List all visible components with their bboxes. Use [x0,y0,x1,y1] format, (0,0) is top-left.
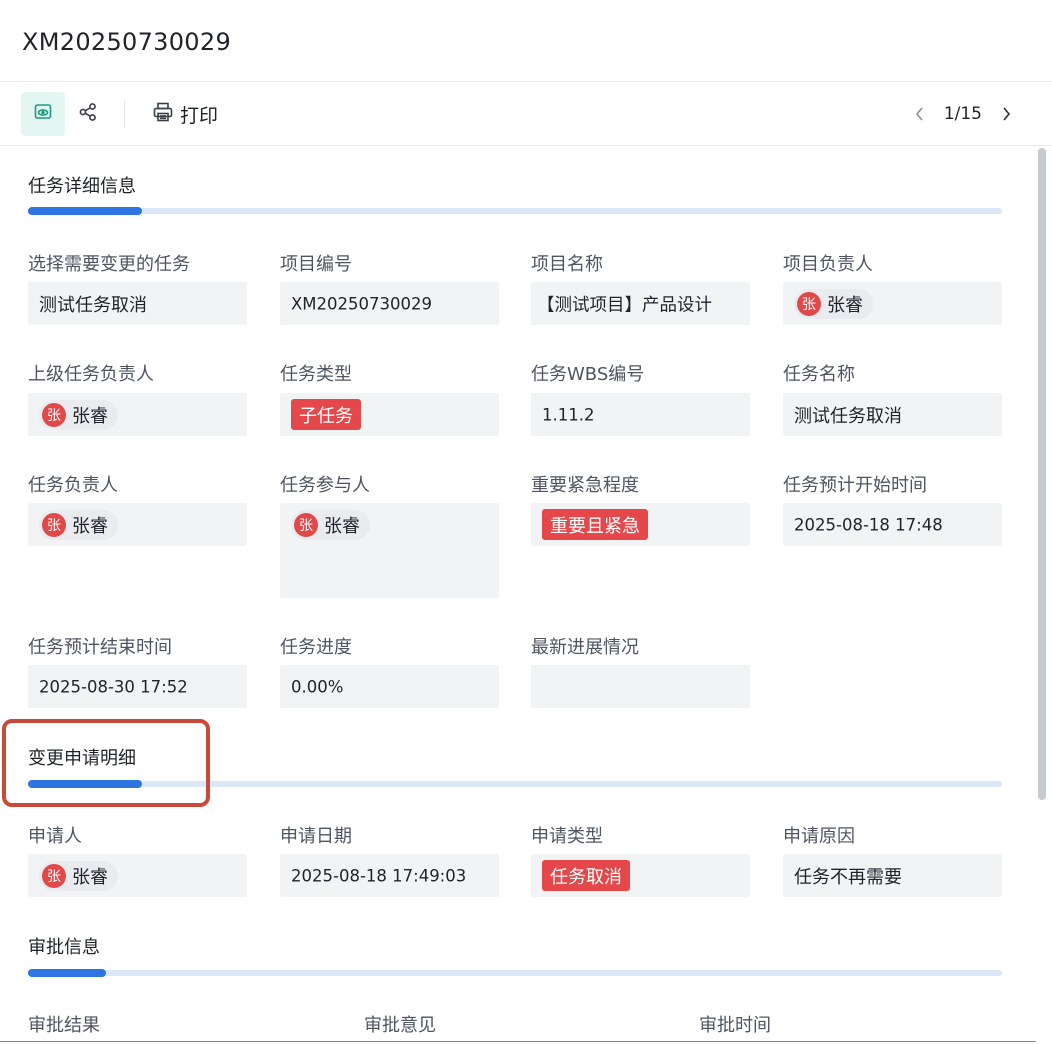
pager: 1/15 [914,96,1012,132]
field-label-project-no: 项目编号 [280,254,352,275]
task-name-field: 测试任务取消 [783,393,1002,436]
apply-type-tag: 任务取消 [542,860,630,891]
wbs-field: 1.11.2 [531,393,750,436]
priority-field: 重要且紧急 [531,503,750,546]
next-page-button[interactable] [1000,106,1012,122]
avatar: 张 [294,513,318,537]
field-value: 2025-08-18 17:48 [794,515,943,534]
field-label-end-time: 任务预计结束时间 [28,637,172,658]
user-chip[interactable]: 张 张睿 [794,289,873,319]
field-label-project-name: 项目名称 [531,254,603,275]
task-type-tag: 子任务 [291,399,361,430]
user-chip[interactable]: 张 张睿 [39,400,118,430]
share-button[interactable] [70,96,106,132]
field-value: XM20250730029 [291,294,433,313]
printer-icon [152,101,174,128]
section-title-task-detail: 任务详细信息 [28,176,136,197]
user-name: 张睿 [72,867,108,888]
field-label-task-name: 任务名称 [783,364,855,385]
chevron-right-icon [1003,107,1011,121]
title-bar: XM20250730029 [0,0,1052,82]
print-label: 打印 [180,104,219,127]
field-label-applicant: 申请人 [28,826,82,847]
approval-col-opinion: 审批意见 [364,1015,436,1036]
prev-page-button[interactable] [914,106,926,122]
field-value: 测试任务取消 [39,294,147,316]
field-value: 2025-08-30 17:52 [39,677,188,696]
user-chip[interactable]: 张 张睿 [39,861,118,891]
toolbar: 打印 1/15 [0,82,1052,146]
field-label-apply-date: 申请日期 [280,826,352,847]
user-chip[interactable]: 张 张睿 [39,510,118,540]
section-underline [28,207,1002,215]
avatar: 张 [42,864,66,888]
chevron-left-icon [915,107,923,121]
avatar: 张 [42,403,66,427]
user-chip[interactable]: 张 张睿 [291,510,370,540]
end-time-field: 2025-08-30 17:52 [28,665,247,708]
view-mode-button[interactable] [21,92,65,136]
avatar: 张 [797,292,821,316]
field-value: 测试任务取消 [794,405,902,427]
field-value: 0.00% [291,677,344,696]
priority-tag: 重要且紧急 [542,509,648,540]
field-label-parent-owner: 上级任务负责人 [28,364,154,385]
field-label-apply-type: 申请类型 [531,826,603,847]
field-label-participants: 任务参与人 [280,475,370,496]
user-name: 张睿 [72,516,108,537]
field-label-latest: 最新进展情况 [531,637,639,658]
user-name: 张睿 [827,295,863,316]
print-button[interactable]: 打印 [148,96,222,132]
task-owner-field: 张 张睿 [28,503,247,546]
approval-col-time: 审批时间 [699,1015,771,1036]
highlight-annotation [2,719,210,807]
page-indicator: 1/15 [943,104,982,124]
section-underline [28,969,1002,977]
project-no-field: XM20250730029 [280,282,499,325]
project-name-field: 【测试项目】产品设计 [531,282,750,325]
field-label-task-owner: 任务负责人 [28,475,118,496]
parent-owner-field: 张 张睿 [28,393,247,436]
scrollbar-thumb[interactable] [1038,148,1046,800]
project-owner-field: 张 张睿 [783,282,1002,325]
share-icon [78,102,98,126]
page-title: XM20250730029 [22,28,232,56]
apply-reason-field: 任务不再需要 [783,854,1002,897]
latest-progress-field [531,665,750,708]
view-icon [33,102,53,126]
bottom-border [0,1041,1036,1042]
apply-type-field: 任务取消 [531,854,750,897]
participants-field: 张 张睿 [280,503,499,598]
approval-col-result: 审批结果 [28,1015,100,1036]
avatar: 张 [42,513,66,537]
apply-date-field: 2025-08-18 17:49:03 [280,854,499,897]
user-name: 张睿 [324,516,360,537]
detail-content[interactable] [0,147,1034,1040]
field-value: 任务不再需要 [794,866,902,888]
field-value: 【测试项目】产品设计 [537,295,712,315]
field-value: 2025-08-18 17:49:03 [291,866,467,885]
field-label-task-type: 任务类型 [280,364,352,385]
select-task-field[interactable]: 测试任务取消 [28,282,247,325]
field-label-project-owner: 项目负责人 [783,254,873,275]
field-label-select-task: 选择需要变更的任务 [28,254,190,275]
field-label-progress: 任务进度 [280,637,352,658]
field-value: 1.11.2 [542,405,595,424]
field-label-start-time: 任务预计开始时间 [783,475,927,496]
section-title-approval: 审批信息 [28,937,100,958]
task-type-field: 子任务 [280,393,499,436]
field-label-priority: 重要紧急程度 [531,475,639,496]
applicant-field: 张 张睿 [28,854,247,897]
user-name: 张睿 [72,406,108,427]
field-label-wbs: 任务WBS编号 [531,364,645,385]
field-label-apply-reason: 申请原因 [783,826,855,847]
start-time-field: 2025-08-18 17:48 [783,503,1002,546]
toolbar-divider [124,100,125,128]
progress-field: 0.00% [280,665,499,708]
